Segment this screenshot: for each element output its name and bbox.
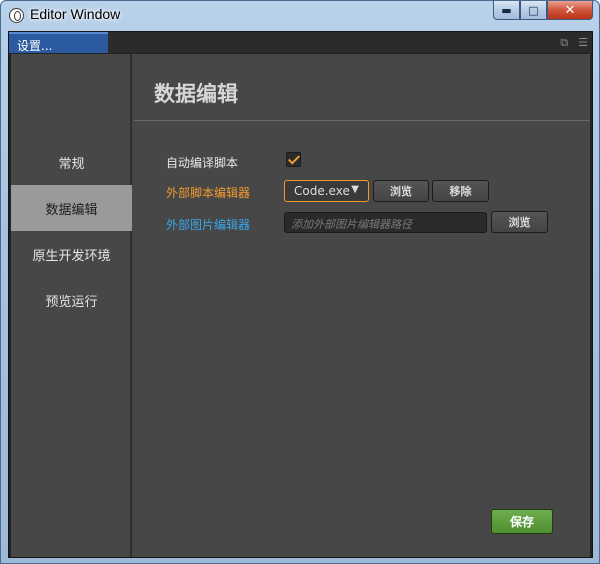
sidebar-item-preview[interactable]: 预览运行 [11,277,132,323]
menu-icon[interactable]: ☰ [578,36,588,50]
script-browse-button[interactable]: 浏览 [373,180,429,202]
window-controls: ▬ □ ✕ [493,1,593,21]
script-remove-button[interactable]: 移除 [432,180,489,202]
minimize-button[interactable]: ▬ [493,1,520,20]
divider [134,120,590,121]
app-logo-icon [9,8,24,23]
window-title: Editor Window [30,6,121,22]
image-editor-path-input[interactable]: 添加外部图片编辑器路径 [284,212,487,233]
content-area: 数据编辑 自动编译脚本 外部脚本编辑器 Code.exe ▼ 浏览 移除 外部图… [134,54,590,557]
script-editor-label: 外部脚本编辑器 [166,186,251,200]
image-browse-button[interactable]: 浏览 [491,211,548,233]
maximize-button[interactable]: □ [520,1,547,20]
auto-compile-label: 自动编译脚本 [166,156,239,170]
tab-tools: ⧉ ☰ [560,36,588,50]
sidebar: 常规 数据编辑 原生开发环境 预览运行 [11,54,132,557]
script-editor-value: Code.exe [294,184,350,198]
title-bar[interactable]: Editor Window ▬ □ ✕ [1,1,599,29]
sidebar-item-general[interactable]: 常规 [11,139,132,185]
tab-bar: 设置... ⧉ ☰ [9,32,592,53]
client-area: 设置... ⧉ ☰ 常规 数据编辑 原生开发环境 预览运行 数据编辑 自动编译脚… [8,31,593,558]
close-button[interactable]: ✕ [547,1,593,20]
restore-icon[interactable]: ⧉ [560,36,568,50]
auto-compile-checkbox[interactable] [286,152,301,167]
tab-settings[interactable]: 设置... [9,32,108,53]
chevron-down-icon: ▼ [351,184,359,195]
image-editor-label: 外部图片编辑器 [166,218,251,232]
save-button[interactable]: 保存 [491,509,553,534]
sidebar-item-native-env[interactable]: 原生开发环境 [11,231,132,277]
editor-window: Editor Window ▬ □ ✕ 设置... ⧉ ☰ 常规 数据编辑 原生… [0,0,600,564]
page-title: 数据编辑 [154,82,238,106]
settings-panel: 常规 数据编辑 原生开发环境 预览运行 数据编辑 自动编译脚本 外部脚本编辑器 … [11,54,590,557]
sidebar-item-data-edit[interactable]: 数据编辑 [11,185,132,231]
script-editor-select[interactable]: Code.exe ▼ [284,180,369,202]
